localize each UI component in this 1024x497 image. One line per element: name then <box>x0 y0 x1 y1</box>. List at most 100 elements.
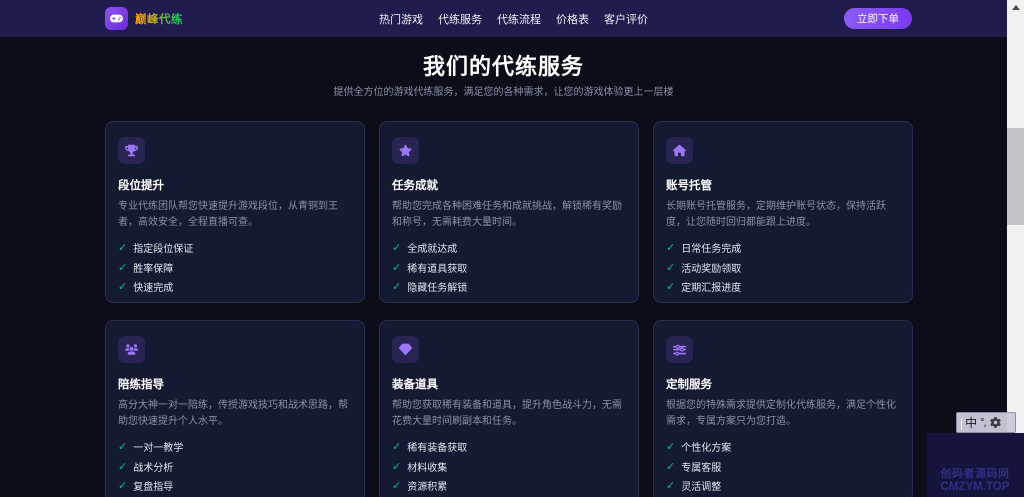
feature-item: ✓ 个性化方案 <box>666 439 900 454</box>
service-card-custom-service: 定制服务 根据您的特殊需求提供定制化代练服务，满足个性化需求，专属方案只为您打造… <box>653 320 913 497</box>
feature-item: ✓ 灵活调整 <box>666 478 900 493</box>
check-icon: ✓ <box>666 281 676 293</box>
section-title: 我们的代练服务 <box>422 54 584 79</box>
card-icon-tile <box>118 137 145 164</box>
check-icon: ✓ <box>392 460 402 473</box>
scrollbar[interactable] <box>1007 0 1024 433</box>
card-title: 任务成就 <box>392 180 438 192</box>
nav-link-hot-games[interactable]: 热门游戏 <box>379 11 423 27</box>
scroll-up-arrow-icon <box>1011 5 1020 10</box>
feature-item: ✓ 资源积累 <box>392 478 626 493</box>
feature-item: ✓ 定期汇报进度 <box>666 279 900 294</box>
card-feature-list: ✓ 个性化方案 ✓ 专属客服 ✓ 灵活调整 <box>666 439 900 493</box>
feature-item: ✓ 指定段位保证 <box>118 240 352 255</box>
check-icon: ✓ <box>666 242 676 254</box>
ime-drag-handle[interactable]: | <box>960 416 963 430</box>
ime-toolbar[interactable]: | 中 °, <box>956 412 1016 433</box>
feature-label: 隐藏任务解锁 <box>407 283 468 294</box>
card-title: 账号托管 <box>666 180 712 192</box>
check-icon: ✓ <box>118 441 128 453</box>
service-card-gear-items: 装备道具 帮助您获取稀有装备和道具，提升角色战斗力，无需花费大量时间刷副本和任务… <box>379 320 639 497</box>
nav-link-customer-reviews[interactable]: 客户评价 <box>604 11 648 27</box>
feature-label: 战术分析 <box>133 462 174 474</box>
sliders-icon <box>673 343 686 356</box>
feature-label: 指定段位保证 <box>133 244 194 255</box>
navbar: 巅峰代练 热门游戏 代练服务 代练流程 价格表 客户评价 立即下单 <box>0 0 1024 37</box>
scrollbar-thumb[interactable] <box>1007 128 1024 225</box>
nav-link-price-list[interactable]: 价格表 <box>556 11 589 27</box>
feature-item: ✓ 一对一教学 <box>118 439 352 454</box>
card-description: 帮助您完成各种困难任务和成就挑战，解锁稀有奖励和称号，无需耗费大量时间。 <box>392 201 622 228</box>
check-icon: ✓ <box>118 460 128 473</box>
check-icon: ✓ <box>118 242 128 254</box>
service-card-rank-boost: 段位提升 专业代练团队帮您快速提升游戏段位，从青铜到王者，高效安全，全程直播可查… <box>105 121 365 303</box>
check-icon: ✓ <box>666 480 676 492</box>
feature-label: 稀有道具获取 <box>407 263 468 275</box>
feature-item: ✓ 战术分析 <box>118 459 352 474</box>
feature-label: 个性化方案 <box>681 443 732 454</box>
check-icon: ✓ <box>666 441 676 453</box>
feature-item: ✓ 稀有装备获取 <box>392 439 626 454</box>
check-icon: ✓ <box>666 460 676 473</box>
feature-item: ✓ 专属客服 <box>666 459 900 474</box>
check-icon: ✓ <box>118 261 128 274</box>
check-icon: ✓ <box>392 480 402 492</box>
watermark-line2: CMZYM.TOP <box>940 481 1010 493</box>
card-description: 帮助您获取稀有装备和道具，提升角色战斗力，无需花费大量时间刷副本和任务。 <box>392 400 622 427</box>
feature-item: ✓ 全成就达成 <box>392 240 626 255</box>
feature-label: 一对一教学 <box>133 443 184 454</box>
service-card-coaching: 陪练指导 高分大神一对一陪练，传授游戏技巧和战术思路，帮助您快速提升个人水平。 … <box>105 320 365 497</box>
card-description: 长期账号托管服务，定期维护账号状态，保持活跃度，让您随时回归都能跟上进度。 <box>666 201 886 228</box>
gamepad-icon <box>110 12 123 25</box>
nav-link-boost-process[interactable]: 代练流程 <box>497 11 541 27</box>
ime-language-toggle[interactable]: 中 <box>965 414 977 431</box>
feature-label: 材料收集 <box>407 462 448 474</box>
feature-item: ✓ 快速完成 <box>118 279 352 294</box>
card-feature-list: ✓ 一对一教学 ✓ 战术分析 ✓ 复盘指导 <box>118 439 352 493</box>
nav-links: 热门游戏 代练服务 代练流程 价格表 客户评价 <box>183 11 844 27</box>
brand-logo <box>105 7 128 30</box>
page: { "navbar": { "brand": { "name": "巅峰代练",… <box>0 0 1024 497</box>
feature-label: 灵活调整 <box>681 482 722 493</box>
card-description: 高分大神一对一陪练，传授游戏技巧和战术思路，帮助您快速提升个人水平。 <box>118 400 348 427</box>
nav-link-boost-services[interactable]: 代练服务 <box>438 11 482 27</box>
check-icon: ✓ <box>392 441 402 453</box>
card-feature-list: ✓ 稀有装备获取 ✓ 材料收集 ✓ 资源积累 <box>392 439 626 493</box>
card-title: 装备道具 <box>392 379 438 391</box>
card-icon-tile <box>392 336 419 363</box>
order-now-button[interactable]: 立即下单 <box>844 8 912 29</box>
brand-name: 巅峰代练 <box>135 11 183 27</box>
scroll-up-button[interactable] <box>1007 0 1024 15</box>
ime-punctuation-toggle[interactable]: °, <box>980 417 987 429</box>
trophy-icon <box>125 144 138 157</box>
feature-label: 资源积累 <box>407 482 448 493</box>
feature-label: 专属客服 <box>681 462 722 474</box>
feature-label: 定期汇报进度 <box>681 283 742 294</box>
gear-icon[interactable] <box>989 417 1001 428</box>
check-icon: ✓ <box>392 242 402 254</box>
card-icon-tile <box>666 137 693 164</box>
brand[interactable]: 巅峰代练 <box>105 7 183 30</box>
home-icon <box>673 144 686 157</box>
card-title: 陪练指导 <box>118 379 164 391</box>
feature-label: 稀有装备获取 <box>407 443 468 454</box>
card-title: 定制服务 <box>666 379 712 391</box>
card-description: 根据您的特殊需求提供定制化代练服务，满足个性化需求，专属方案只为您打造。 <box>666 400 896 427</box>
check-icon: ✓ <box>666 261 676 274</box>
feature-label: 全成就达成 <box>407 244 458 255</box>
gem-icon <box>399 343 412 356</box>
feature-item: ✓ 隐藏任务解锁 <box>392 279 626 294</box>
feature-label: 快速完成 <box>133 283 174 294</box>
users-icon <box>125 343 138 356</box>
card-icon-tile <box>666 336 693 363</box>
star-icon <box>399 144 412 157</box>
feature-item: ✓ 胜率保障 <box>118 260 352 275</box>
feature-item: ✓ 材料收集 <box>392 459 626 474</box>
card-icon-tile <box>392 137 419 164</box>
feature-item: ✓ 活动奖励领取 <box>666 260 900 275</box>
card-feature-list: ✓ 日常任务完成 ✓ 活动奖励领取 ✓ 定期汇报进度 <box>666 240 900 294</box>
check-icon: ✓ <box>392 281 402 293</box>
section-subtitle: 提供全方位的游戏代练服务，满足您的各种需求，让您的游戏体验更上一层楼 <box>333 87 674 98</box>
check-icon: ✓ <box>118 480 128 492</box>
card-icon-tile <box>118 336 145 363</box>
